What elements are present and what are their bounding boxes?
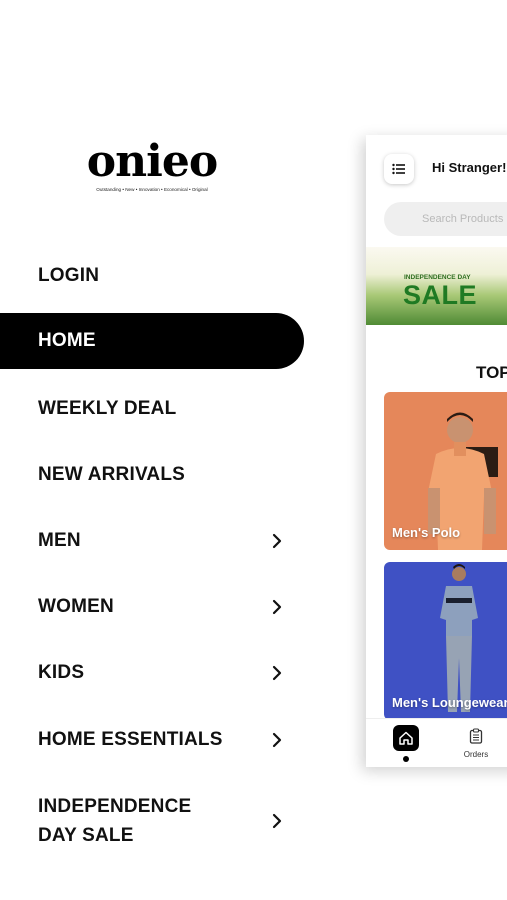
search-input[interactable] <box>420 212 507 226</box>
menu-item-label: INDEPENDENCE DAY SALE <box>38 796 192 846</box>
nav-home-button[interactable] <box>393 725 419 751</box>
chevron-right-icon <box>272 599 282 615</box>
menu-item-label: HOME ESSENTIALS <box>38 729 223 750</box>
menu-button[interactable] <box>384 154 414 184</box>
clipboard-icon <box>469 728 483 744</box>
section-title: TOP <box>476 363 507 382</box>
menu-item-label: HOME <box>38 330 96 351</box>
menu-item-label: MEN <box>38 530 81 551</box>
logo-wordmark: onieo <box>86 136 218 187</box>
menu-item-home-essentials[interactable]: HOME ESSENTIALS <box>0 712 304 768</box>
banner-title: SALE <box>403 280 478 310</box>
nav-orders-button[interactable]: Orders <box>461 728 491 759</box>
category-card[interactable]: Men's Polo <box>384 392 507 550</box>
app-preview[interactable]: Hi Stranger! INDEPENDENCE DAY SALE TOP M… <box>366 135 507 767</box>
menu-item-label: WEEKLY DEAL <box>38 398 177 419</box>
menu-item-label: KIDS <box>38 662 85 683</box>
menu-item-independence-day-sale[interactable]: INDEPENDENCE DAY SALE <box>0 788 304 854</box>
menu-item-new-arrivals[interactable]: NEW ARRIVALS <box>0 447 304 503</box>
logo-tagline: Outstanding • New • Innovation • Economi… <box>96 187 208 192</box>
chevron-right-icon <box>272 813 282 829</box>
menu-item-label: LOGIN <box>38 265 100 286</box>
menu-item-home[interactable]: HOME <box>0 313 304 369</box>
sale-banner[interactable]: INDEPENDENCE DAY SALE <box>366 247 507 325</box>
category-card[interactable]: Men's Loungewear <box>384 562 507 720</box>
search-bar[interactable] <box>384 202 507 236</box>
greeting-text: Hi Stranger! <box>432 160 507 175</box>
menu-item-label: NEW ARRIVALS <box>38 464 186 485</box>
list-icon <box>392 163 405 175</box>
home-icon <box>399 731 413 745</box>
menu-item-men[interactable]: MEN <box>0 513 304 569</box>
menu-item-login[interactable]: LOGIN <box>0 248 304 304</box>
card-caption: Men's Loungewear <box>392 695 507 710</box>
chevron-right-icon <box>272 533 282 549</box>
bottom-nav: Orders <box>366 718 507 767</box>
card-caption: Men's Polo <box>392 525 461 540</box>
menu-item-label: WOMEN <box>38 596 114 617</box>
menu-item-women[interactable]: WOMEN <box>0 579 304 635</box>
menu-item-kids[interactable]: KIDS <box>0 645 304 701</box>
chevron-right-icon <box>272 732 282 748</box>
active-indicator <box>403 756 409 762</box>
brand-logo: onieo Outstanding • New • Innovation • E… <box>84 136 220 193</box>
menu-item-weekly-deal[interactable]: WEEKLY DEAL <box>0 381 304 437</box>
nav-orders-label: Orders <box>463 750 489 759</box>
chevron-right-icon <box>272 665 282 681</box>
